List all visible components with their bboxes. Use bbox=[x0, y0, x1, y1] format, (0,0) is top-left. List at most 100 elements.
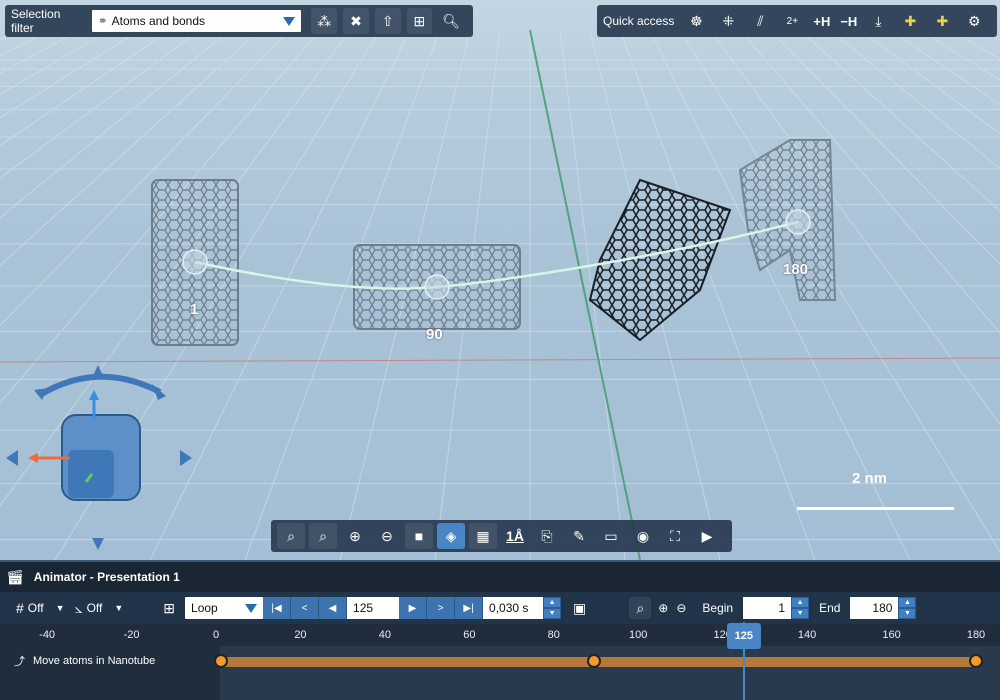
ruler-tick-label: 40 bbox=[378, 629, 391, 641]
last-frame-icon[interactable]: ▶| bbox=[455, 597, 484, 619]
gear-icon[interactable]: ⚙ bbox=[961, 8, 987, 34]
dropdown-arrow-icon[interactable]: ▼ bbox=[114, 603, 123, 613]
animator-controls: # Off ▼ ⦣ Off ▼ ⊞ Loop |◀ < ◀ 125 ▶ > ▶|… bbox=[0, 592, 1000, 624]
ruler-tick-label: 0 bbox=[212, 629, 220, 641]
next-frame-icon[interactable]: ▶ bbox=[399, 597, 428, 619]
background-icon[interactable]: ■ bbox=[405, 523, 433, 549]
minimize-icon[interactable]: ⤓ bbox=[865, 8, 891, 34]
end-input[interactable]: 180 bbox=[850, 597, 899, 619]
frame-label-180: 180 bbox=[783, 261, 809, 278]
add-keyframe-icon[interactable]: ⊞ bbox=[163, 600, 175, 617]
scale-label: 2 nm bbox=[852, 470, 888, 487]
ruler-tick-label: -20 bbox=[123, 629, 140, 641]
render-video-icon[interactable]: ▣ bbox=[573, 600, 586, 617]
ruler-tick-label: 80 bbox=[547, 629, 560, 641]
keyframe-marker[interactable] bbox=[214, 654, 228, 668]
add-hydrogens-button[interactable]: +H bbox=[813, 14, 830, 29]
zoom-in-icon[interactable]: ⊕ bbox=[341, 523, 369, 549]
playhead-label[interactable]: 125 bbox=[726, 623, 761, 649]
zoom-out-timeline-icon[interactable]: ⊖ bbox=[676, 601, 686, 615]
frame-label-90: 90 bbox=[426, 326, 443, 343]
ruler-tick-label: 180 bbox=[966, 629, 986, 641]
nanotube-current[interactable] bbox=[588, 178, 732, 342]
track-name: ⤴ Move atoms in Nanotube bbox=[14, 655, 156, 668]
snap-grid-icon: # bbox=[16, 600, 24, 616]
add-selection-icon[interactable]: ⊞ bbox=[406, 8, 433, 34]
chevron-down-icon bbox=[283, 16, 296, 26]
animator-title: Animator - Presentation 1 bbox=[33, 570, 180, 584]
search-icon[interactable]: 🔍︎ bbox=[438, 8, 464, 34]
begin-stepper[interactable]: ▲ ▼ bbox=[791, 597, 810, 619]
charge-icon[interactable]: 2+ bbox=[779, 8, 805, 34]
zoom-selection-icon[interactable]: ⌕ bbox=[309, 523, 337, 549]
end-label: End bbox=[819, 601, 841, 615]
quick-access-label: Quick access bbox=[603, 14, 675, 28]
add-atoms-icon[interactable]: ⁜ bbox=[715, 8, 741, 34]
ruler-tick-label: -40 bbox=[39, 629, 56, 641]
frame-time-stepper[interactable]: ▲ ▼ bbox=[543, 597, 562, 619]
current-frame-input[interactable]: 125 bbox=[347, 597, 400, 619]
chevron-down-icon bbox=[245, 603, 258, 613]
navigation-cube[interactable] bbox=[6, 365, 192, 550]
fullscreen-icon[interactable]: ⛶ bbox=[661, 523, 689, 549]
end-stepper[interactable]: ▲ ▼ bbox=[898, 597, 917, 619]
previous-key-icon[interactable]: < bbox=[291, 597, 320, 619]
animator-panel: 🎬︎ Animator - Presentation 1 # Off ▼ ⦣ O… bbox=[0, 560, 1000, 700]
eye-icon[interactable]: ◉ bbox=[629, 523, 657, 549]
annotation-icon[interactable]: ✎ bbox=[565, 523, 593, 549]
add-group-icon[interactable]: ✚ bbox=[897, 8, 923, 34]
cube-view-icon[interactable]: ◈ bbox=[437, 523, 465, 549]
selection-filter-dropdown[interactable]: ⚭ Atoms and bonds bbox=[91, 10, 302, 32]
dropdown-arrow-icon[interactable]: ▼ bbox=[56, 603, 65, 613]
atoms-bonds-icon: ⚭ bbox=[97, 14, 108, 28]
frame-label-1: 1 bbox=[190, 301, 199, 318]
bond-icon[interactable]: ⫽ bbox=[747, 8, 773, 34]
snap-toggle-1[interactable]: Off bbox=[28, 601, 44, 615]
next-key-icon[interactable]: > bbox=[427, 597, 456, 619]
keyframe-marker[interactable] bbox=[587, 654, 601, 668]
steering-wheel-icon[interactable]: ☸ bbox=[683, 8, 709, 34]
remove-hydrogens-button[interactable]: −H bbox=[840, 14, 857, 29]
ruler-tick-label: 160 bbox=[882, 629, 901, 641]
view-toolbar: ⌕ ⌕ ⊕ ⊖ ■ ◈ ▦ 1Å ⎘ ✎ ▭ ◉ ⛶ ▶ bbox=[271, 520, 732, 552]
zoom-out-icon[interactable]: ⊖ bbox=[373, 523, 401, 549]
previous-frame-icon[interactable]: ◀ bbox=[319, 597, 348, 619]
grid-icon[interactable]: ▦ bbox=[469, 523, 497, 549]
timeline-ruler[interactable]: -40 -20 0 20 40 60 80 100 120 140 160 180 bbox=[0, 624, 1000, 644]
deselect-icon[interactable]: ✖ bbox=[343, 8, 369, 34]
snap-angle-icon: ⦣ bbox=[74, 599, 83, 616]
track-move-icon: ⤴ bbox=[14, 656, 25, 668]
snap-toggle-2[interactable]: Off bbox=[87, 601, 103, 615]
ruler-tick-label: 140 bbox=[797, 629, 817, 641]
select-connected-icon[interactable]: ⁂ bbox=[311, 8, 338, 34]
ruler-tick-label: 100 bbox=[629, 629, 648, 641]
animator-title-bar: 🎬︎ Animator - Presentation 1 bbox=[0, 560, 1000, 592]
window-icon[interactable]: ▭ bbox=[597, 523, 625, 549]
loop-mode-dropdown[interactable]: Loop bbox=[185, 597, 264, 619]
3d-viewport[interactable]: 1 90 180 2 nm Selection filter ⚭ Atoms a… bbox=[0, 0, 1000, 560]
timeline-track: ⤴ Move atoms in Nanotube bbox=[0, 646, 1000, 700]
keyframe-marker[interactable] bbox=[969, 654, 983, 668]
path-node-1[interactable] bbox=[182, 249, 208, 275]
quick-access-toolbar: Quick access ☸ ⁜ ⫽ 2+ +H −H ⤓ ✚ ✚ ⚙ bbox=[597, 5, 997, 37]
select-parent-icon[interactable]: ⇧ bbox=[374, 8, 401, 34]
zoom-in-timeline-icon[interactable]: ⊕ bbox=[658, 601, 668, 615]
zoom-timeline-icon[interactable]: ⌕ bbox=[629, 597, 652, 619]
selection-filter-toolbar: Selection filter ⚭ Atoms and bonds ⁂ ✖ ⇧… bbox=[5, 5, 473, 37]
screenshot-icon[interactable]: ⎘ bbox=[533, 523, 561, 549]
ruler-tick-label: 20 bbox=[294, 629, 307, 641]
selection-filter-label: Selection filter bbox=[11, 7, 61, 35]
ruler-tick-label: 60 bbox=[463, 629, 476, 641]
angstrom-button[interactable]: 1Å bbox=[501, 523, 529, 549]
zoom-fit-icon[interactable]: ⌕ bbox=[277, 523, 305, 549]
first-frame-icon[interactable]: |◀ bbox=[263, 597, 292, 619]
path-node-90[interactable] bbox=[424, 274, 450, 300]
path-node-180[interactable] bbox=[785, 209, 811, 235]
track-area[interactable] bbox=[220, 646, 1000, 700]
add-molecule-icon[interactable]: ✚ bbox=[929, 8, 955, 34]
begin-label: Begin bbox=[702, 601, 734, 615]
clapperboard-icon: 🎬︎ bbox=[6, 568, 24, 585]
begin-input[interactable]: 1 bbox=[743, 597, 792, 619]
frame-time-input[interactable]: 0,030 s bbox=[483, 597, 544, 619]
play-icon[interactable]: ▶ bbox=[693, 523, 721, 549]
